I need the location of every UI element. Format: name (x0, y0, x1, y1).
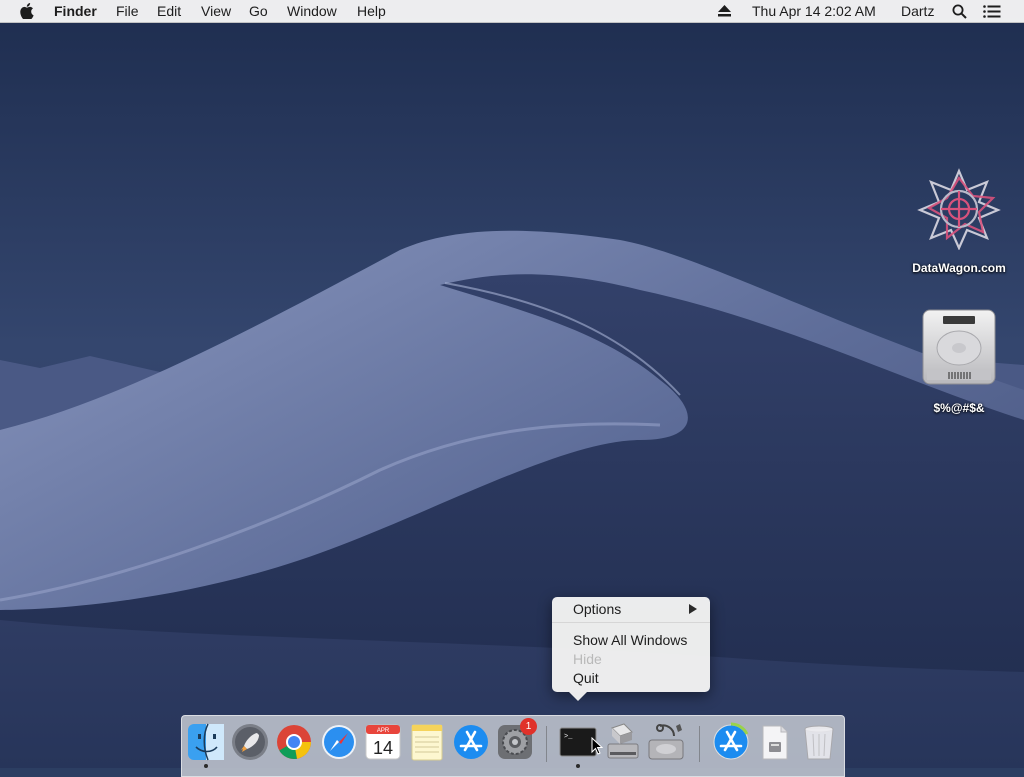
menu-view[interactable]: View (201, 0, 231, 22)
trash-icon (804, 725, 834, 760)
launchpad-icon (232, 724, 268, 760)
disk-utility-icon (648, 724, 684, 760)
calendar-day: 14 (373, 738, 393, 758)
clock[interactable]: Thu Apr 14 2:02 AM (752, 0, 876, 22)
dock-trash[interactable] (799, 722, 839, 762)
chrome-icon (277, 725, 311, 759)
notification-center-icon[interactable] (983, 5, 1001, 18)
menu-separator (552, 622, 710, 623)
safari-icon (322, 725, 356, 759)
dock-calendar[interactable]: APR 14 (363, 722, 403, 762)
running-indicator (204, 764, 208, 768)
eject-icon[interactable] (718, 5, 731, 17)
menu-file[interactable]: File (116, 0, 139, 22)
submenu-arrow-icon (689, 604, 697, 614)
desktop-icon-label: $%@#$& (933, 401, 985, 415)
desktop-icon-drive[interactable]: $%@#$& (904, 306, 1014, 418)
calendar-icon: APR 14 (365, 724, 401, 760)
dock-notes[interactable] (407, 722, 447, 762)
desktop-icon-label: DataWagon.com (912, 261, 1006, 275)
notes-icon (411, 724, 443, 761)
notification-badge: 1 (520, 718, 537, 735)
dock-launchpad[interactable] (230, 722, 270, 762)
menu-go[interactable]: Go (249, 0, 268, 22)
menu-item-label: Options (573, 601, 622, 617)
dock-finder[interactable] (186, 722, 226, 762)
dock-safari[interactable] (319, 722, 359, 762)
dock-app-store-download[interactable] (711, 722, 751, 762)
dock-disk-utility[interactable] (646, 722, 686, 762)
calendar-month: APR (377, 728, 390, 734)
menu-bar: Finder File Edit View Go Window Help Thu… (0, 0, 1024, 23)
boot-camp-assistant-icon (607, 723, 639, 759)
app-menu-finder[interactable]: Finder (54, 0, 97, 22)
menu-item-options[interactable]: Options (573, 600, 697, 619)
menu-window[interactable]: Window (287, 0, 337, 22)
apple-logo[interactable] (20, 3, 34, 19)
datawagon-star-logo (917, 168, 1001, 250)
dock-context-menu: Options Show All Windows Hide Quit (552, 597, 710, 701)
dock-separator (699, 726, 700, 762)
app-store-download-icon (713, 722, 749, 760)
dock-boot-camp[interactable] (602, 722, 642, 762)
hard-drive-icon (922, 309, 996, 385)
dock-downloads-stack[interactable] (755, 722, 795, 762)
dock-chrome[interactable] (274, 722, 314, 762)
menu-item-show-all-windows[interactable]: Show All Windows (573, 631, 687, 650)
terminal-prompt: >_ (564, 733, 573, 741)
desktop-icon-datawagon[interactable]: DataWagon.com (904, 168, 1014, 278)
menu-help[interactable]: Help (357, 0, 386, 22)
desktop-wallpaper (0, 0, 1024, 768)
running-indicator (576, 764, 580, 768)
downloads-stack-icon (762, 725, 788, 760)
mouse-cursor-icon (591, 737, 603, 755)
dock-app-store[interactable] (451, 722, 491, 762)
finder-icon (188, 723, 224, 761)
spotlight-search-icon[interactable] (952, 4, 967, 19)
menu-item-quit[interactable]: Quit (573, 669, 599, 688)
menu-edit[interactable]: Edit (157, 0, 181, 22)
dock-separator (546, 726, 547, 762)
menu-item-hide: Hide (573, 651, 602, 667)
user-menu[interactable]: Dartz (901, 0, 934, 22)
app-store-icon (454, 725, 488, 759)
